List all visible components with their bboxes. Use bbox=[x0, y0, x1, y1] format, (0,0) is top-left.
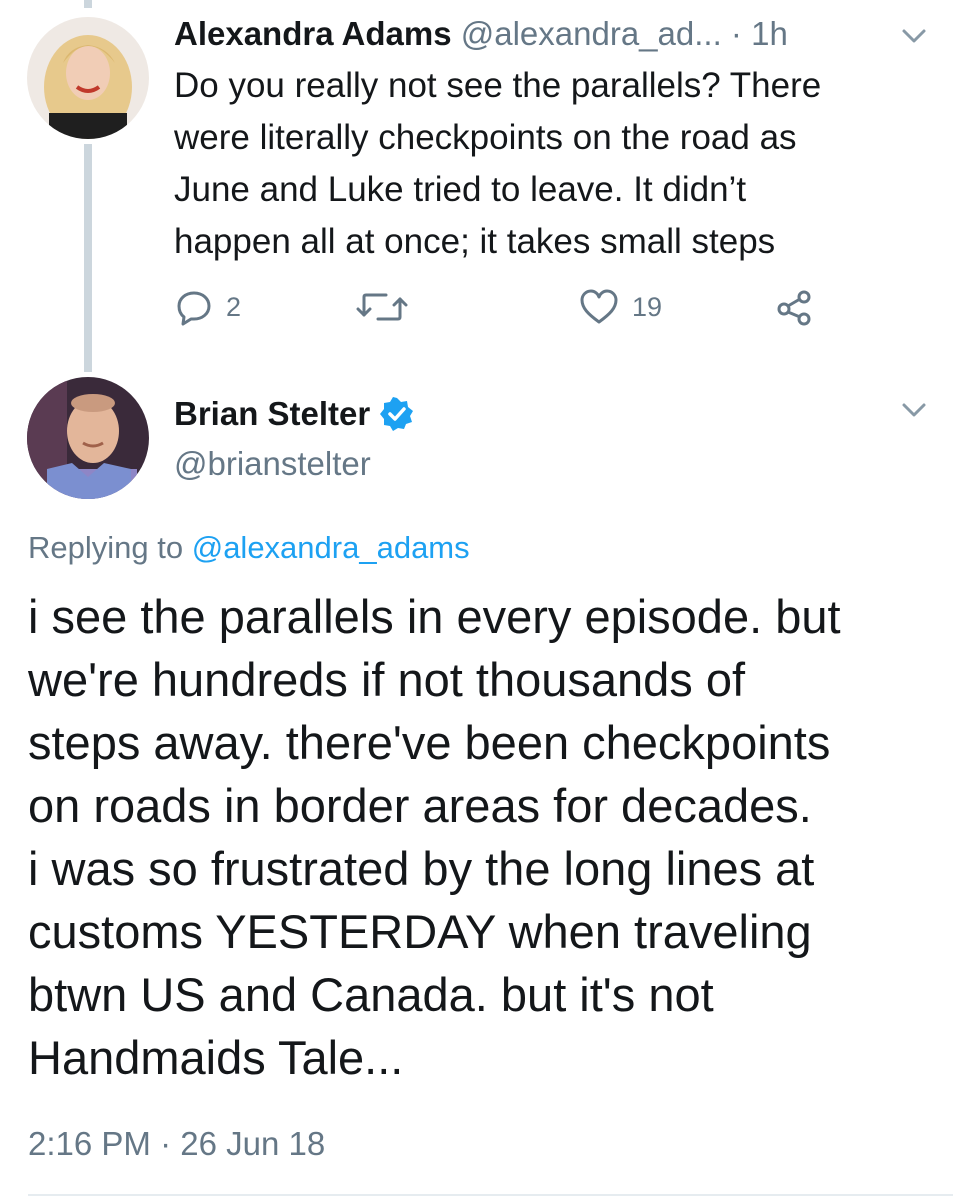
parent-time[interactable]: 1h bbox=[751, 15, 788, 52]
main-handle[interactable]: @brianstelter bbox=[174, 442, 371, 486]
header-separator: · bbox=[730, 15, 742, 52]
main-tweet-name-row: Brian Stelter bbox=[174, 392, 414, 436]
reply-count: 2 bbox=[226, 291, 242, 322]
parent-handle[interactable]: @alexandra_ad... bbox=[461, 15, 722, 52]
avatar-brian-stelter[interactable] bbox=[27, 377, 149, 499]
like-button[interactable]: 19 bbox=[578, 284, 662, 330]
replying-prefix: Replying to bbox=[28, 530, 184, 565]
avatar-alexandra-adams[interactable] bbox=[27, 17, 149, 139]
main-tweet-timestamp[interactable]: 2:16 PM · 26 Jun 18 bbox=[28, 1120, 325, 1168]
parent-tweet-text: Do you really not see the parallels? The… bbox=[174, 66, 822, 261]
share-icon bbox=[777, 290, 811, 326]
thread-line bbox=[84, 144, 92, 372]
reply-button[interactable]: 2 bbox=[174, 284, 241, 330]
like-count: 19 bbox=[632, 291, 663, 322]
parent-tweet-header: Alexandra Adams @alexandra_ad... · 1h bbox=[174, 12, 788, 56]
replying-to: Replying to @alexandra_adams bbox=[28, 526, 470, 570]
retweet-button[interactable] bbox=[356, 284, 420, 330]
divider bbox=[28, 1194, 953, 1196]
replying-handle-link[interactable]: @alexandra_adams bbox=[192, 530, 470, 565]
retweet-icon bbox=[356, 293, 408, 321]
like-icon bbox=[580, 289, 618, 324]
reply-icon bbox=[177, 291, 211, 326]
share-button[interactable] bbox=[774, 284, 814, 330]
verified-badge-icon bbox=[380, 397, 414, 431]
chevron-down-icon[interactable] bbox=[896, 22, 932, 50]
parent-display-name[interactable]: Alexandra Adams bbox=[174, 15, 452, 52]
main-display-name[interactable]: Brian Stelter bbox=[174, 392, 370, 436]
main-tweet-text: i see the parallels in every episode. bu… bbox=[28, 590, 841, 1084]
thread-line-top bbox=[84, 0, 92, 8]
chevron-down-icon[interactable] bbox=[896, 396, 932, 424]
